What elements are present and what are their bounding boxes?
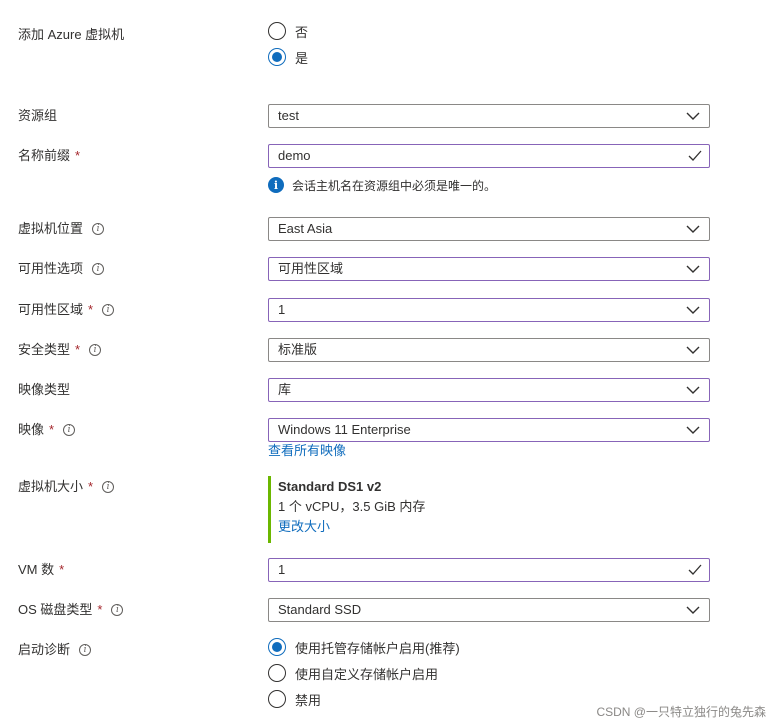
boot-diag-option-custom[interactable]: 使用自定义存储帐户启用 <box>268 663 438 683</box>
info-icon[interactable]: i <box>102 304 115 316</box>
radio-disabled[interactable] <box>268 690 286 708</box>
chevron-down-icon <box>686 385 700 395</box>
chevron-down-icon <box>686 345 700 355</box>
radio-no[interactable] <box>268 22 286 40</box>
resource-group-dropdown[interactable]: test <box>268 104 710 128</box>
add-vm-option-no[interactable]: 否 <box>268 21 308 41</box>
vm-location-dropdown[interactable]: East Asia <box>268 217 710 241</box>
image-type-value: 库 <box>278 382 292 397</box>
os-disk-type-label: OS 磁盘类型 * i <box>18 600 124 620</box>
boot-diag-option-disabled-label: 禁用 <box>295 692 322 708</box>
info-icon[interactable]: i <box>92 223 105 235</box>
required-asterisk: * <box>75 148 81 163</box>
security-type-dropdown[interactable]: 标准版 <box>268 338 710 362</box>
required-asterisk: * <box>88 302 94 317</box>
availability-options-label: 可用性选项 i <box>18 259 105 279</box>
info-icon[interactable]: i <box>89 344 102 356</box>
chevron-down-icon <box>686 305 700 315</box>
security-type-label: 安全类型 * i <box>18 340 102 360</box>
chevron-down-icon <box>686 605 700 615</box>
add-vm-option-yes[interactable]: 是 <box>268 47 308 67</box>
info-icon[interactable]: i <box>92 263 105 275</box>
change-size-link[interactable]: 更改大小 <box>278 517 568 537</box>
os-disk-type-value: Standard SSD <box>278 602 362 617</box>
vm-size-card: Standard DS1 v2 1 个 vCPU，3.5 GiB 内存 更改大小 <box>268 476 568 543</box>
chevron-down-icon <box>686 224 700 234</box>
vm-count-value: 1 <box>278 562 286 577</box>
watermark: CSDN @一只特立独行的兔先森 <box>596 705 766 719</box>
name-prefix-hint: i 会话主机名在资源组中必须是唯一的。 <box>268 175 496 195</box>
availability-options-dropdown[interactable]: 可用性区域 <box>268 257 710 281</box>
image-label: 映像 * i <box>18 420 76 440</box>
vm-size-name: Standard DS1 v2 <box>278 479 382 494</box>
vm-location-value: East Asia <box>278 221 333 236</box>
vm-size-label: 虚拟机大小 * i <box>18 477 115 497</box>
name-prefix-value: demo <box>278 148 311 163</box>
resource-group-label: 资源组 <box>18 108 58 123</box>
checkmark-icon <box>688 564 702 576</box>
vm-count-label: VM 数 * <box>18 560 64 580</box>
chevron-down-icon <box>686 111 700 121</box>
required-asterisk: * <box>49 422 55 437</box>
image-type-label: 映像类型 <box>18 382 71 397</box>
boot-diagnostics-label: 启动诊断 i <box>18 640 92 660</box>
add-vm-label: 添加 Azure 虚拟机 <box>18 27 125 42</box>
required-asterisk: * <box>75 342 81 357</box>
chevron-down-icon <box>686 264 700 274</box>
availability-zone-value: 1 <box>278 302 286 317</box>
availability-zone-dropdown[interactable]: 1 <box>268 298 710 322</box>
security-type-value: 标准版 <box>278 342 318 357</box>
boot-diag-option-managed-label: 使用托管存储帐户启用(推荐) <box>295 640 460 656</box>
required-asterisk: * <box>59 562 65 577</box>
add-vm-option-yes-label: 是 <box>295 50 309 66</box>
availability-options-value: 可用性区域 <box>278 261 344 276</box>
info-icon[interactable]: i <box>63 424 76 436</box>
name-prefix-label: 名称前缀 * <box>18 146 80 166</box>
add-vm-option-no-label: 否 <box>295 24 309 40</box>
required-asterisk: * <box>88 479 94 494</box>
info-filled-icon: i <box>268 177 284 193</box>
radio-custom[interactable] <box>268 664 286 682</box>
vm-size-description: 1 个 vCPU，3.5 GiB 内存 <box>278 499 426 514</box>
radio-managed[interactable] <box>268 638 286 656</box>
name-prefix-input[interactable]: demo <box>268 144 710 168</box>
image-dropdown[interactable]: Windows 11 Enterprise <box>268 418 710 442</box>
image-value: Windows 11 Enterprise <box>278 422 411 437</box>
see-all-images-link[interactable]: 查看所有映像 <box>268 441 346 461</box>
required-asterisk: * <box>97 602 103 617</box>
name-prefix-hint-text: 会话主机名在资源组中必须是唯一的。 <box>292 178 497 193</box>
resource-group-value: test <box>278 108 299 123</box>
checkmark-icon <box>688 150 702 162</box>
boot-diag-option-disabled[interactable]: 禁用 <box>268 689 321 709</box>
info-icon[interactable]: i <box>102 481 115 493</box>
vm-count-input[interactable]: 1 <box>268 558 710 582</box>
info-icon[interactable]: i <box>79 644 92 656</box>
info-icon[interactable]: i <box>111 604 124 616</box>
boot-diag-option-custom-label: 使用自定义存储帐户启用 <box>295 666 439 682</box>
vm-location-label: 虚拟机位置 i <box>18 219 105 239</box>
boot-diag-option-managed[interactable]: 使用托管存储帐户启用(推荐) <box>268 637 460 657</box>
radio-yes[interactable] <box>268 48 286 66</box>
availability-zone-label: 可用性区域 * i <box>18 300 115 320</box>
image-type-dropdown[interactable]: 库 <box>268 378 710 402</box>
chevron-down-icon <box>686 425 700 435</box>
os-disk-type-dropdown[interactable]: Standard SSD <box>268 598 710 622</box>
